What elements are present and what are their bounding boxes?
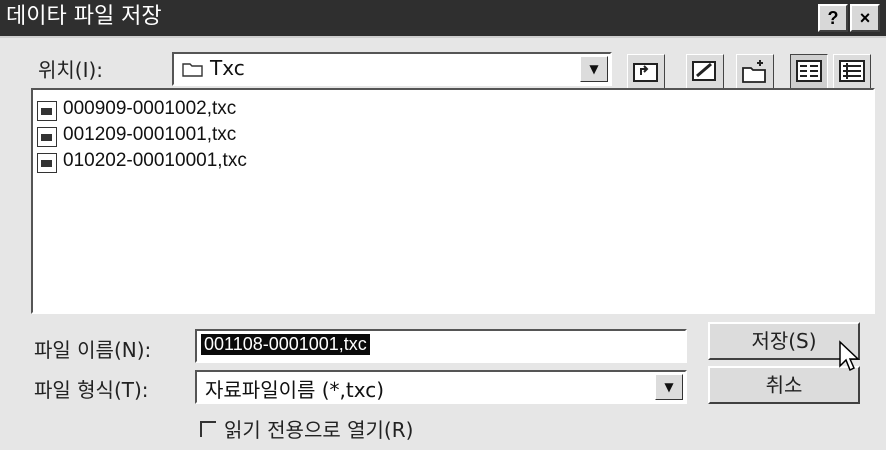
details-view-button[interactable] — [833, 54, 871, 90]
new-folder-button[interactable] — [736, 54, 774, 90]
file-icon — [37, 127, 57, 147]
filetype-select[interactable]: 자료파일이름 (*,txc) ▼ — [195, 370, 687, 404]
help-button[interactable]: ? — [818, 4, 848, 32]
filetype-label: 파일 형식(T): — [34, 378, 149, 402]
chevron-down-icon: ▼ — [664, 380, 674, 394]
readonly-checkbox[interactable] — [200, 421, 216, 437]
location-dropdown-button[interactable]: ▼ — [580, 56, 608, 82]
desktop-button[interactable] — [686, 54, 724, 90]
file-name: 001209-0001001,txc — [63, 124, 237, 145]
filename-value: 001108-0001001,txc — [201, 334, 370, 355]
filename-label: 파일 이름(N): — [34, 338, 152, 362]
file-name: 010202-00010001,txc — [63, 150, 247, 171]
location-value: Txc — [210, 56, 245, 80]
folder-icon — [182, 61, 204, 81]
up-one-level-button[interactable] — [627, 54, 665, 90]
filetype-value: 자료파일이름 (*,txc) — [205, 378, 385, 402]
close-button[interactable]: × — [850, 4, 880, 32]
filetype-dropdown-button[interactable]: ▼ — [655, 374, 683, 400]
location-combo[interactable]: Txc ▼ — [172, 52, 612, 86]
file-name: 000909-0001002,txc — [63, 98, 237, 119]
chevron-down-icon: ▼ — [589, 62, 599, 76]
title-bar: 데이타 파일 저장 ? × — [0, 0, 886, 38]
list-view-button[interactable] — [790, 54, 828, 90]
file-icon — [37, 153, 57, 173]
filename-input[interactable]: 001108-0001001,txc — [195, 329, 687, 363]
cursor-icon — [838, 340, 862, 378]
file-icon — [37, 101, 57, 121]
location-label: 위치(I): — [38, 58, 104, 82]
readonly-label: 읽기 전용으로 열기(R) — [224, 418, 414, 442]
file-list[interactable]: 000909-0001002,txc 001209-0001001,txc 01… — [31, 88, 875, 314]
window-title: 데이타 파일 저장 — [6, 4, 162, 29]
